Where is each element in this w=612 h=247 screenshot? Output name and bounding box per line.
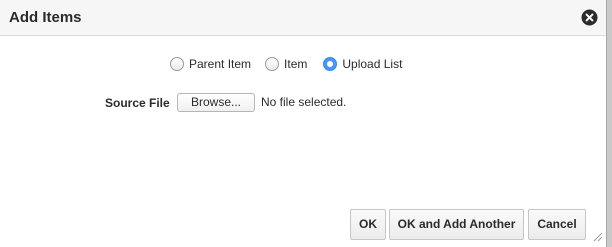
radio-label: Item: [284, 57, 308, 71]
cancel-button[interactable]: Cancel: [528, 209, 586, 240]
dialog-titlebar: Add Items: [0, 0, 606, 36]
radio-label: Parent Item: [189, 57, 252, 71]
dialog-footer: OK OK and Add Another Cancel: [0, 207, 606, 247]
radio-upload-list[interactable]: Upload List: [323, 57, 402, 71]
radio-button-unselected-icon[interactable]: [265, 57, 280, 71]
browse-button[interactable]: Browse...: [177, 93, 255, 112]
item-type-radio-group: Parent Item Item Upload List: [170, 54, 402, 74]
background-page-edge: [607, 0, 612, 247]
source-file-label: Source File: [105, 96, 170, 110]
resize-grip-icon[interactable]: [592, 229, 603, 242]
radio-label: Upload List: [342, 57, 403, 71]
file-status-text: No file selected.: [261, 95, 347, 109]
radio-parent-item[interactable]: Parent Item: [170, 57, 251, 71]
ok-button[interactable]: OK: [350, 209, 386, 240]
close-icon[interactable]: [581, 9, 598, 26]
dialog-title: Add Items: [9, 9, 82, 26]
radio-button-unselected-icon[interactable]: [170, 57, 184, 71]
dialog-body: Parent Item Item Upload List Source File…: [0, 36, 606, 207]
ok-and-add-another-button[interactable]: OK and Add Another: [389, 209, 524, 240]
radio-item[interactable]: Item: [265, 57, 307, 71]
add-items-dialog: Add Items Parent Item Item Upload List S…: [0, 0, 612, 247]
radio-button-selected-icon[interactable]: [323, 57, 338, 71]
